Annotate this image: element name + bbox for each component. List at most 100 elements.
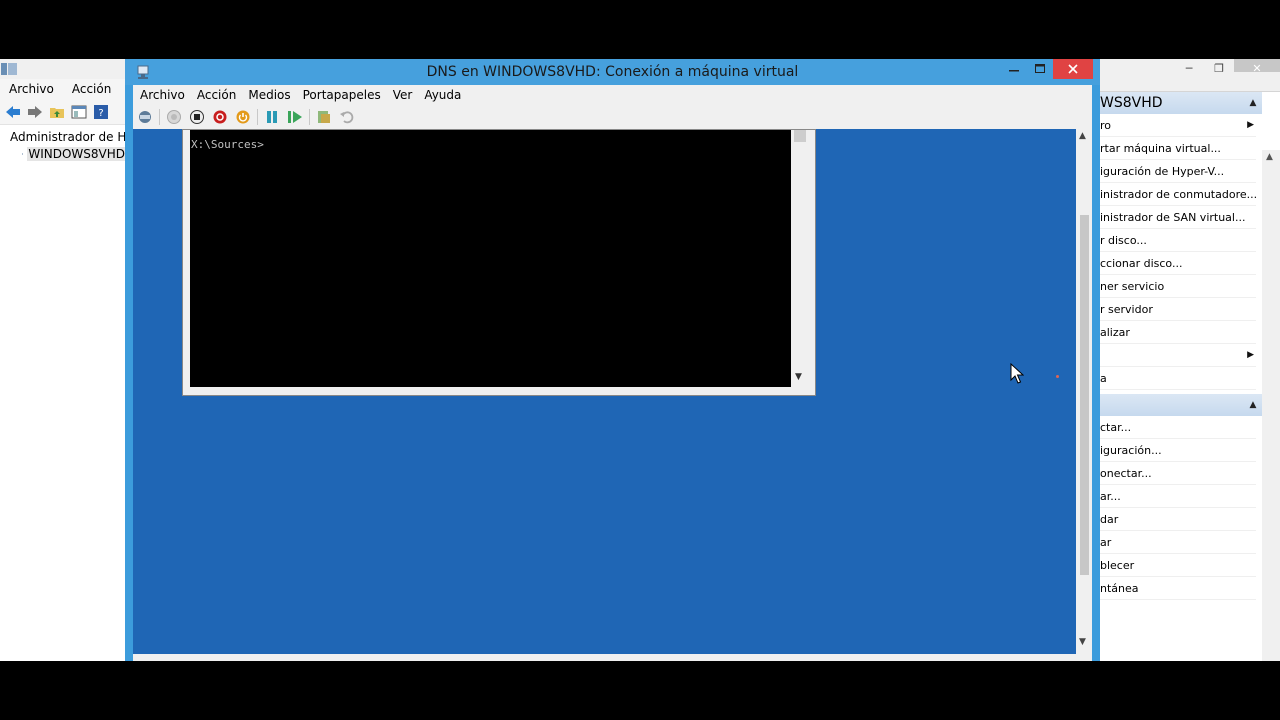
- start-icon[interactable]: [165, 108, 183, 126]
- turn-off-icon[interactable]: [188, 108, 206, 126]
- save-state-icon[interactable]: [234, 108, 252, 126]
- console-tree-icon[interactable]: [70, 103, 88, 121]
- vm-close-button[interactable]: [1053, 59, 1093, 79]
- action-item-label: rtar máquina virtual...: [1100, 141, 1221, 155]
- action-item-label: ner servicio: [1100, 279, 1165, 293]
- scroll-down-icon[interactable]: ▼: [1079, 637, 1086, 647]
- action-item-label: blecer: [1100, 558, 1135, 572]
- action-item[interactable]: alizar: [1100, 321, 1256, 344]
- back-arrow-icon[interactable]: [4, 103, 22, 121]
- action-item-label: ar: [1100, 535, 1112, 549]
- action-item[interactable]: dar: [1100, 508, 1256, 531]
- checkpoint-icon[interactable]: [315, 108, 333, 126]
- vm-maximize-button[interactable]: [1027, 59, 1053, 79]
- folder-up-icon[interactable]: [48, 103, 66, 121]
- vm-menu-portapapeles[interactable]: Portapapeles: [297, 88, 387, 102]
- hyperv-app-icon: [1, 63, 17, 75]
- vm-window-title: DNS en WINDOWS8VHD: Conexión a máquina v…: [426, 64, 799, 80]
- toolbar-separator: [159, 109, 160, 125]
- vm-vertical-scrollbar[interactable]: ▲ ▼: [1076, 129, 1092, 654]
- guest-display[interactable]: X:\Sources> ▼: [133, 129, 1076, 654]
- tree-item-windows8vhd[interactable]: WINDOWS8VHD: [22, 147, 126, 161]
- vm-menu-archivo[interactable]: Archivo: [134, 88, 191, 102]
- action-item-label: ro: [1100, 118, 1112, 132]
- forward-arrow-icon[interactable]: [26, 103, 44, 121]
- action-item[interactable]: ro ▶: [1100, 114, 1256, 137]
- collapse-up-icon[interactable]: ▲: [1244, 400, 1262, 410]
- action-item-label: iguración...: [1100, 443, 1162, 457]
- action-item[interactable]: ctar...: [1100, 416, 1256, 439]
- action-item[interactable]: r disco...: [1100, 229, 1256, 252]
- action-item[interactable]: inistrador de conmutadore...: [1100, 183, 1256, 206]
- action-item[interactable]: iguración de Hyper-V...: [1100, 160, 1256, 183]
- screen-artifact-dot: [1056, 375, 1059, 378]
- action-item[interactable]: iguración...: [1100, 439, 1256, 462]
- action-item[interactable]: blecer: [1100, 554, 1256, 577]
- action-item-label: onectar...: [1100, 466, 1152, 480]
- actions-scrollbar[interactable]: ▲: [1262, 150, 1280, 661]
- svg-text:?: ?: [98, 108, 103, 119]
- tree-child-label: WINDOWS8VHD: [27, 147, 126, 161]
- vm-minimize-button[interactable]: [1001, 59, 1027, 79]
- actions-pane-header-strip: [1100, 72, 1280, 92]
- manager-menubar: Archivo Acción Ve: [0, 79, 144, 99]
- collapse-up-icon[interactable]: ▲: [1244, 98, 1262, 108]
- vm-menu-ayuda[interactable]: Ayuda: [418, 88, 467, 102]
- action-item-label: r disco...: [1100, 233, 1147, 247]
- action-item-label: alizar: [1100, 325, 1130, 339]
- vm-menubar: Archivo Acción Medios Portapapeles Ver A…: [133, 85, 1092, 105]
- manager-toolbar: ?: [0, 99, 126, 125]
- mouse-cursor-icon: [1010, 363, 1024, 384]
- help-icon[interactable]: ?: [92, 103, 110, 121]
- tree-item-hyperv-manager[interactable]: Administrador de Hy: [6, 130, 126, 144]
- action-item[interactable]: ar...: [1100, 485, 1256, 508]
- command-prompt-window[interactable]: X:\Sources> ▼: [182, 129, 816, 396]
- console-output[interactable]: X:\Sources>: [190, 130, 791, 387]
- actions-section-vm[interactable]: ▲: [1100, 394, 1262, 416]
- vm-connection-window: DNS en WINDOWS8VHD: Conexión a máquina v…: [125, 59, 1100, 661]
- vm-menu-ver[interactable]: Ver: [387, 88, 419, 102]
- ctrl-alt-del-icon[interactable]: [136, 108, 154, 126]
- resume-icon[interactable]: [286, 108, 304, 126]
- letterbox-top: [0, 0, 1280, 59]
- scroll-down-icon[interactable]: ▼: [795, 372, 802, 382]
- vm-scroll-thumb[interactable]: [1080, 215, 1089, 575]
- vm-menu-accion[interactable]: Acción: [191, 88, 242, 102]
- server-icon: [22, 153, 24, 155]
- action-item[interactable]: rtar máquina virtual...: [1100, 137, 1256, 160]
- action-item[interactable]: onectar...: [1100, 462, 1256, 485]
- actions-pane: WS8VHD ▲ ro ▶ rtar máquina virtual... igura…: [1100, 72, 1280, 602]
- submenu-arrow-icon: ▶: [1247, 120, 1254, 130]
- scroll-up-icon[interactable]: ▲: [1266, 152, 1273, 162]
- manager-menu-archivo[interactable]: Archivo: [0, 82, 63, 96]
- action-item[interactable]: ▶: [1100, 344, 1256, 367]
- scroll-up-icon[interactable]: ▲: [1079, 131, 1086, 141]
- action-item[interactable]: r servidor: [1100, 298, 1256, 321]
- letterbox-bottom: [0, 661, 1280, 720]
- action-item[interactable]: inistrador de SAN virtual...: [1100, 206, 1256, 229]
- console-scroll-thumb[interactable]: [794, 130, 806, 142]
- submenu-arrow-icon: ▶: [1247, 350, 1254, 360]
- shut-down-icon[interactable]: [211, 108, 229, 126]
- vm-titlebar[interactable]: DNS en WINDOWS8VHD: Conexión a máquina v…: [125, 59, 1100, 85]
- action-item-label: ccionar disco...: [1100, 256, 1183, 270]
- toolbar-separator: [257, 109, 258, 125]
- action-item-label: a: [1100, 371, 1107, 385]
- toolbar-separator: [309, 109, 310, 125]
- pause-icon[interactable]: [263, 108, 281, 126]
- vm-horizontal-scrollbar[interactable]: [133, 654, 1076, 661]
- vm-client-area: Archivo Acción Medios Portapapeles Ver A…: [133, 85, 1092, 661]
- vm-menu-medios[interactable]: Medios: [242, 88, 296, 102]
- revert-icon[interactable]: [338, 108, 356, 126]
- manager-tree-pane: Administrador de Hy WINDOWS8VHD: [0, 125, 126, 661]
- action-item-label: inistrador de conmutadore...: [1100, 187, 1256, 201]
- action-item[interactable]: ner servicio: [1100, 275, 1256, 298]
- action-item-label: ctar...: [1100, 420, 1132, 434]
- action-item[interactable]: ntánea: [1100, 577, 1256, 600]
- actions-section-server[interactable]: WS8VHD ▲: [1100, 92, 1262, 114]
- action-item[interactable]: a: [1100, 367, 1256, 390]
- console-scrollbar[interactable]: ▼: [792, 130, 808, 387]
- action-item[interactable]: ar: [1100, 531, 1256, 554]
- manager-menu-accion[interactable]: Acción: [63, 82, 120, 96]
- action-item[interactable]: ccionar disco...: [1100, 252, 1256, 275]
